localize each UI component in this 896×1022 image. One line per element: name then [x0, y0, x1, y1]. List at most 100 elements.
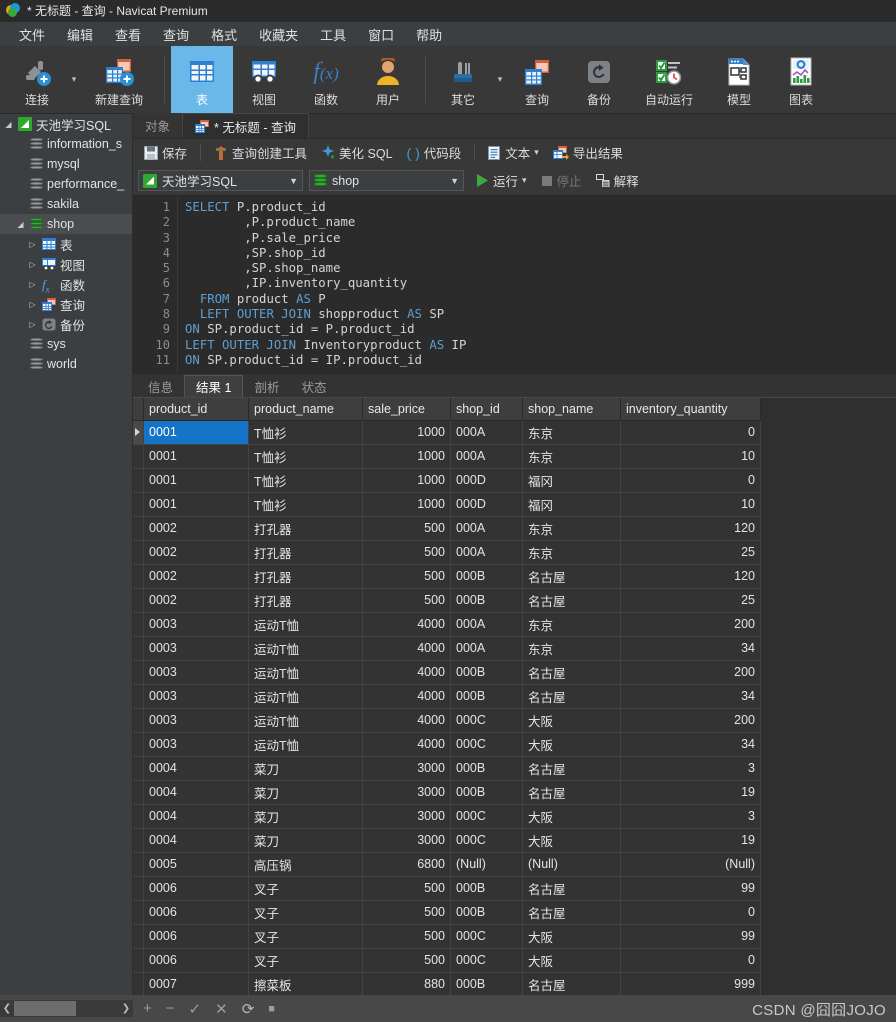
cell-product_id[interactable]: 0006 — [143, 948, 249, 973]
tab-objects[interactable]: 对象 — [133, 113, 183, 138]
cell-inventory_quantity[interactable]: 19 — [620, 828, 761, 853]
cell-shop_name[interactable]: 大阪 — [522, 924, 621, 949]
cell-shop_id[interactable]: 000C — [450, 804, 523, 829]
row-indicator[interactable] — [133, 852, 144, 877]
row-indicator[interactable] — [133, 468, 144, 493]
cell-inventory_quantity[interactable]: 200 — [620, 660, 761, 685]
cell-shop_name[interactable]: 东京 — [522, 636, 621, 661]
table-row[interactable]: 0006 叉子 500 000C 大阪 0 — [133, 948, 761, 973]
cell-shop_id[interactable]: 000B — [450, 756, 523, 781]
column-header-product_id[interactable]: product_id — [143, 398, 249, 421]
cell-product_name[interactable]: T恤衫 — [248, 420, 363, 445]
cell-inventory_quantity[interactable]: 10 — [620, 492, 761, 517]
cell-product_id[interactable]: 0004 — [143, 804, 249, 829]
toolbar-function[interactable]: f(x) 函数 — [295, 46, 357, 113]
cell-inventory_quantity[interactable]: 19 — [620, 780, 761, 805]
cell-shop_name[interactable]: 名古屋 — [522, 564, 621, 589]
table-row[interactable]: 0004 菜刀 3000 000C 大阪 3 — [133, 804, 761, 829]
cell-inventory_quantity[interactable]: 200 — [620, 708, 761, 733]
menu-favorites[interactable]: 收藏夹 — [248, 22, 309, 47]
menu-window[interactable]: 窗口 — [357, 22, 405, 47]
row-indicator[interactable] — [133, 708, 144, 733]
result-grid-container[interactable]: product_id product_name sale_price shop_id s… — [133, 398, 896, 995]
cell-sale_price[interactable]: 500 — [362, 588, 451, 613]
cell-sale_price[interactable]: 1000 — [362, 492, 451, 517]
row-indicator[interactable] — [133, 876, 144, 901]
cell-sale_price[interactable]: 500 — [362, 924, 451, 949]
cell-product_name[interactable]: 叉子 — [248, 900, 363, 925]
cell-inventory_quantity[interactable]: (Null) — [620, 852, 761, 877]
cell-shop_id[interactable]: 000D — [450, 468, 523, 493]
cell-shop_id[interactable]: 000C — [450, 924, 523, 949]
cell-shop_name[interactable]: 大阪 — [522, 804, 621, 829]
toolbar-connection[interactable]: 连接 — [6, 46, 68, 113]
row-indicator[interactable] — [133, 948, 144, 973]
row-indicator[interactable] — [133, 924, 144, 949]
cell-shop_name[interactable]: 名古屋 — [522, 780, 621, 805]
table-row[interactable]: 0003 运动T恤 4000 000B 名古屋 200 — [133, 660, 761, 685]
cell-product_id[interactable]: 0003 — [143, 684, 249, 709]
cell-shop_id[interactable]: 000B — [450, 588, 523, 613]
table-row[interactable]: 0006 叉子 500 000B 名古屋 0 — [133, 900, 761, 925]
cell-product_name[interactable]: 运动T恤 — [248, 732, 363, 757]
toolbar-automation[interactable]: 自动运行 — [630, 46, 708, 113]
cell-shop_name[interactable]: 大阪 — [522, 948, 621, 973]
cell-product_name[interactable]: 叉子 — [248, 948, 363, 973]
cell-shop_name[interactable]: 大阪 — [522, 828, 621, 853]
code-snippet-button[interactable]: ( ) 代码段 — [401, 140, 468, 165]
cell-inventory_quantity[interactable]: 99 — [620, 924, 761, 949]
cell-product_name[interactable]: 高压锅 — [248, 852, 363, 877]
sidebar-item-4[interactable]: · sakila — [0, 194, 132, 214]
sidebar-item-6[interactable]: ▷ 表 — [0, 234, 132, 254]
table-row[interactable]: 0003 运动T恤 4000 000C 大阪 34 — [133, 732, 761, 757]
cell-product_id[interactable]: 0004 — [143, 828, 249, 853]
cell-shop_id[interactable]: 000B — [450, 564, 523, 589]
cell-product_id[interactable]: 0002 — [143, 588, 249, 613]
cell-shop_name[interactable]: 东京 — [522, 612, 621, 637]
row-indicator[interactable] — [133, 444, 144, 469]
query-builder-button[interactable]: 查询创建工具 — [208, 140, 313, 165]
table-row[interactable]: 0003 运动T恤 4000 000C 大阪 200 — [133, 708, 761, 733]
cell-sale_price[interactable]: 3000 — [362, 804, 451, 829]
cell-inventory_quantity[interactable]: 3 — [620, 756, 761, 781]
cell-shop_id[interactable]: 000C — [450, 732, 523, 757]
menu-file[interactable]: 文件 — [8, 22, 56, 47]
cell-inventory_quantity[interactable]: 25 — [620, 588, 761, 613]
table-row[interactable]: 0001 T恤衫 1000 000A 东京 10 — [133, 444, 761, 469]
cell-shop_id[interactable]: 000B — [450, 660, 523, 685]
row-indicator[interactable] — [133, 756, 144, 781]
connection-select[interactable]: 天池学习SQL ▼ — [138, 170, 303, 191]
add-record-button[interactable]: + — [143, 1000, 152, 1017]
cell-shop_name[interactable]: 名古屋 — [522, 588, 621, 613]
row-indicator[interactable] — [133, 564, 144, 589]
table-row[interactable]: 0002 打孔器 500 000B 名古屋 25 — [133, 588, 761, 613]
toolbar-view[interactable]: 视图 — [233, 46, 295, 113]
row-indicator[interactable] — [133, 636, 144, 661]
explain-button[interactable]: 解释 — [590, 168, 645, 193]
cell-shop_name[interactable]: 名古屋 — [522, 876, 621, 901]
cell-product_name[interactable]: T恤衫 — [248, 444, 363, 469]
menu-query[interactable]: 查询 — [152, 22, 200, 47]
cell-sale_price[interactable]: 1000 — [362, 468, 451, 493]
cell-inventory_quantity[interactable]: 120 — [620, 516, 761, 541]
table-row[interactable]: 0002 打孔器 500 000B 名古屋 120 — [133, 564, 761, 589]
cell-product_name[interactable]: 运动T恤 — [248, 684, 363, 709]
tab-result-1[interactable]: 结果 1 — [184, 375, 244, 397]
sidebar-item-11[interactable]: · sys — [0, 334, 132, 354]
cell-product_id[interactable]: 0002 — [143, 540, 249, 565]
run-button-dropdown-arrow[interactable]: ▾ — [522, 175, 527, 186]
cell-shop_name[interactable]: 东京 — [522, 420, 621, 445]
row-indicator[interactable] — [133, 780, 144, 805]
cell-product_name[interactable]: 运动T恤 — [248, 636, 363, 661]
cell-shop_name[interactable]: (Null) — [522, 852, 621, 877]
cell-shop_id[interactable]: 000C — [450, 828, 523, 853]
cell-shop_name[interactable]: 东京 — [522, 444, 621, 469]
chevron-left-icon[interactable]: ❮ — [0, 1003, 14, 1014]
run-button[interactable]: 运行 ▾ — [470, 168, 533, 193]
cell-sale_price[interactable]: 1000 — [362, 420, 451, 445]
cell-product_name[interactable]: 叉子 — [248, 924, 363, 949]
cell-product_name[interactable]: 叉子 — [248, 876, 363, 901]
column-header-inventory_quantity[interactable]: inventory_quantity — [620, 398, 761, 421]
row-indicator[interactable] — [133, 684, 144, 709]
tab-info[interactable]: 信息 — [137, 375, 184, 397]
